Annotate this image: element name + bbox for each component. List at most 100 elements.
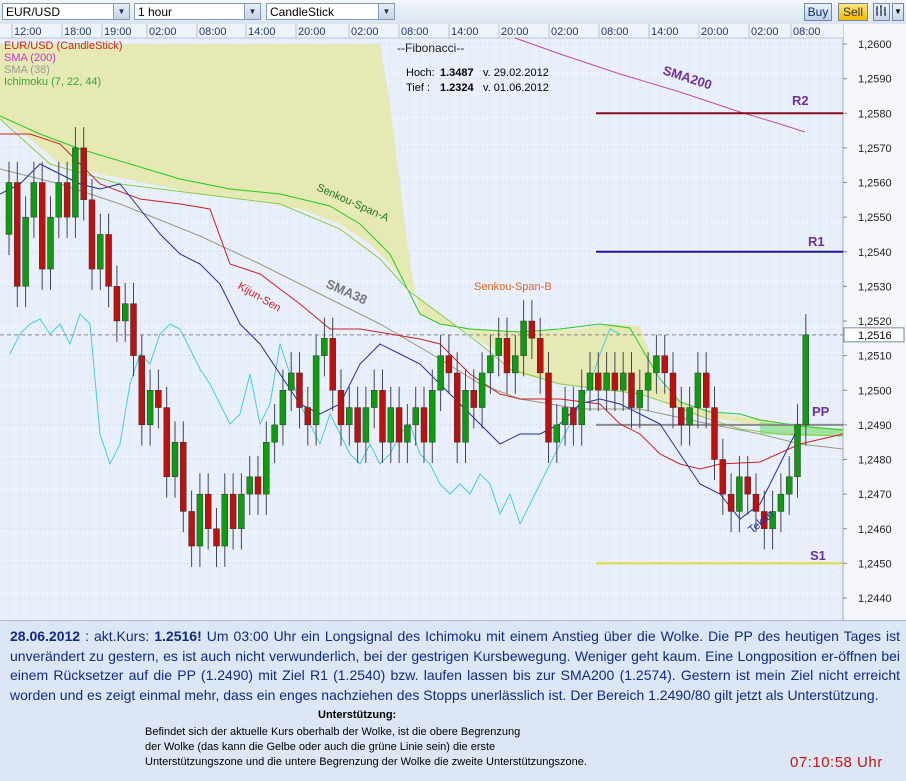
candle-bearish: [503, 338, 511, 374]
candle-bullish: [586, 372, 594, 391]
candle-bullish: [512, 355, 519, 374]
symbol-select[interactable]: EUR/USD ▼: [2, 3, 130, 20]
candle-bearish: [113, 286, 121, 322]
candle-bullish: [55, 182, 62, 218]
current-price-label: 1,2516: [858, 330, 892, 342]
timeframe-select[interactable]: 1 hour ▼: [134, 3, 261, 20]
candle-bullish: [221, 493, 229, 547]
senkou-span-b-label: Senkou-Span-B: [474, 281, 552, 293]
candle-bullish: [794, 424, 801, 478]
candle-bullish: [371, 390, 378, 408]
chart-type-select[interactable]: CandleStick ▼: [266, 3, 395, 20]
toolbar: EUR/USD ▼ 1 hour ▼ CandleStick ▼ Buy Sel…: [0, 0, 906, 25]
candle-bearish: [379, 390, 386, 443]
fibonacci-low-label: Tief :: [406, 82, 430, 94]
price-label: 1,2450: [858, 558, 892, 570]
time-label: 20:00: [298, 26, 326, 38]
time-label: 02:00: [351, 26, 379, 38]
price-label: 1,2540: [858, 247, 892, 259]
time-label: 02:00: [149, 26, 177, 38]
candle-bearish: [719, 459, 726, 495]
time-label: 14:00: [248, 26, 276, 38]
time-label: 08:00: [401, 26, 429, 38]
candle-bullish: [686, 407, 693, 426]
legend-entry: SMA (38): [4, 64, 50, 76]
candle-bearish: [744, 476, 751, 495]
candle-bullish: [694, 372, 702, 408]
chart-canvas[interactable]: 12:00 18:00 19:00 02:00 08:00 14:00 20:00 02:00…: [0, 24, 906, 620]
candle-bearish: [570, 407, 577, 426]
fibonacci-high-date: v. 29.02.2012: [483, 67, 549, 79]
candle-bearish: [80, 147, 87, 201]
fibonacci-high-value: 1.3487: [440, 67, 474, 79]
price-chart[interactable]: 12:00 18:00 19:00 02:00 08:00 14:00 20:00 02:00…: [0, 24, 906, 620]
candle-bullish: [561, 407, 569, 426]
candle-bearish: [296, 372, 303, 408]
chevron-down-icon[interactable]: ▼: [244, 4, 260, 19]
price-label: 1,2480: [858, 455, 892, 467]
candle-bearish: [163, 407, 170, 478]
candle-bearish: [545, 372, 552, 443]
chevron-down-icon[interactable]: ▼: [378, 4, 394, 19]
time-label: 20:00: [501, 26, 529, 38]
candle-bullish: [487, 355, 494, 374]
time-label: 12:00: [14, 26, 42, 38]
time-label: 02:00: [551, 26, 579, 38]
candle-bearish: [337, 390, 345, 426]
candle-bullish: [97, 234, 104, 270]
candle-bearish: [727, 493, 735, 512]
candle-bearish: [229, 493, 237, 529]
candle-bullish: [346, 407, 353, 426]
timeframe-value: 1 hour: [138, 5, 173, 19]
bar-chart-icon[interactable]: [873, 3, 890, 21]
chevron-down-icon[interactable]: ▼: [892, 3, 904, 21]
support-line: Befindet sich der aktuelle Kurs oberhalb…: [145, 726, 521, 738]
price-label: 1,2520: [858, 316, 892, 328]
candle-bullish: [437, 355, 444, 391]
price-label: 1,2590: [858, 74, 892, 86]
candle-bullish: [429, 390, 436, 443]
price-label: 1,2570: [858, 143, 892, 155]
candle-bullish: [520, 320, 527, 356]
time-label: 18:00: [64, 26, 92, 38]
candle-bullish: [22, 216, 29, 287]
candle-bullish: [47, 216, 54, 270]
info-panel: 28.06.2012 : akt.Kurs: 1.2516! Um 03:00 …: [0, 620, 906, 781]
r1-label: R1: [808, 234, 825, 249]
candle-bearish: [454, 372, 461, 443]
price-label: 1,2560: [858, 178, 892, 190]
sell-button[interactable]: Sell: [838, 3, 868, 21]
candle-bullish: [72, 147, 79, 218]
candle-bullish: [495, 338, 502, 356]
clock: 07:10:58 Uhr: [790, 754, 883, 771]
candle-bullish: [462, 390, 469, 443]
r2-label: R2: [792, 93, 809, 108]
time-label: 19:00: [104, 26, 132, 38]
buy-button[interactable]: Buy: [804, 3, 832, 21]
chevron-down-icon[interactable]: ▼: [113, 4, 129, 19]
candle-bearish: [204, 493, 212, 529]
time-label: 20:00: [701, 26, 729, 38]
time-label: 14:00: [651, 26, 679, 38]
candle-bearish: [595, 372, 602, 391]
fibonacci-high-label: Hoch:: [406, 67, 435, 79]
fibonacci-low-value: 1.2324: [440, 82, 475, 94]
support-title: Unterstützung:: [318, 709, 397, 721]
candle-bearish: [180, 441, 187, 512]
candle-bullish: [312, 355, 320, 426]
analysis-date: 28.06.2012: [10, 628, 81, 644]
candle-bearish: [711, 407, 718, 460]
price-prefix: akt.Kurs:: [93, 628, 150, 644]
price-label: 1,2490: [858, 420, 892, 432]
analysis-text: 28.06.2012 : akt.Kurs: 1.2516! Um 03:00 …: [10, 628, 901, 703]
candle-bearish: [420, 407, 428, 443]
price-label: 1,2580: [858, 108, 892, 120]
fibonacci-title: --Fibonacci--: [397, 41, 464, 55]
candle-bearish: [354, 407, 361, 443]
candle-bearish: [304, 407, 311, 426]
candle-bearish: [669, 372, 677, 408]
candle-bullish: [644, 372, 652, 391]
legend-entry: Ichimoku (7, 22, 44): [4, 76, 101, 88]
time-label: 08:00: [601, 26, 629, 38]
candle-bullish: [238, 493, 245, 529]
